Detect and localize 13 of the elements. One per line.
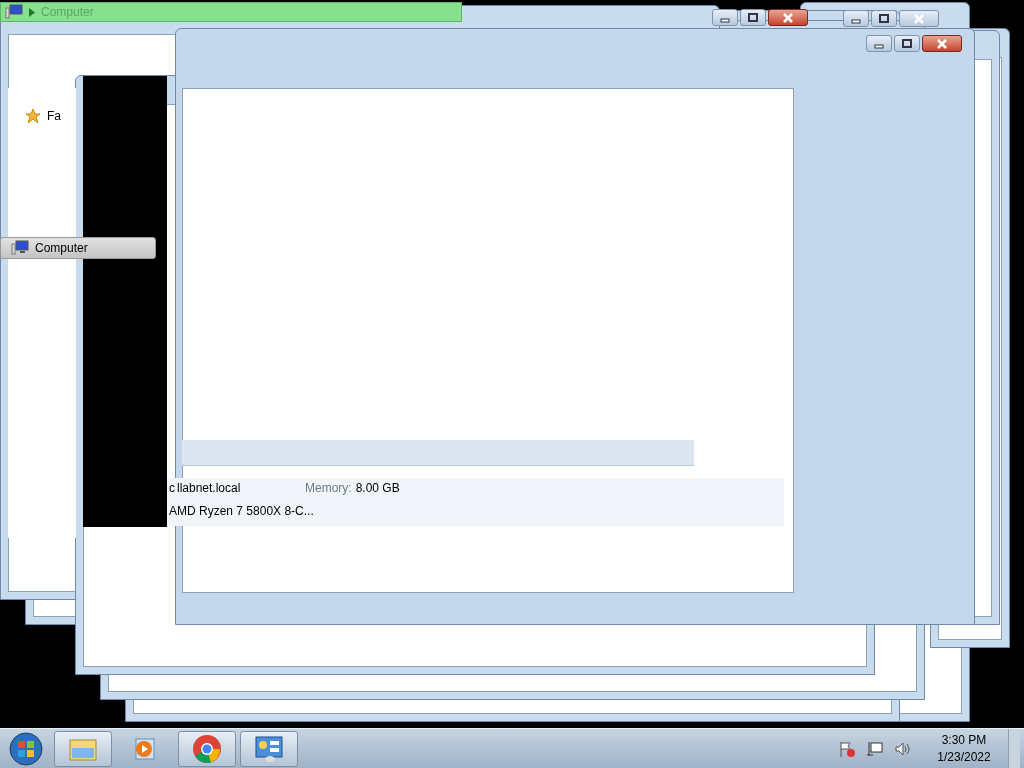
details-text: MD Ryzen 7 5800X 8-C...	[177, 503, 314, 520]
address-text: Computer	[41, 4, 94, 21]
nav-label: Fa	[47, 108, 61, 125]
details-value: 8.00 GB	[355, 480, 400, 497]
details-text: llabnet.local	[177, 480, 241, 497]
nav-item[interactable]: Computer	[0, 237, 156, 259]
details-text: A	[169, 503, 177, 520]
nav-item[interactable]: Fa	[15, 105, 63, 127]
clock-time: 3:30 PM	[941, 731, 987, 749]
details-label: Memory:	[305, 480, 352, 497]
nav-label: Computer	[35, 240, 88, 257]
clock-date: 1/23/2022	[937, 748, 991, 766]
details-text: c	[169, 480, 176, 497]
